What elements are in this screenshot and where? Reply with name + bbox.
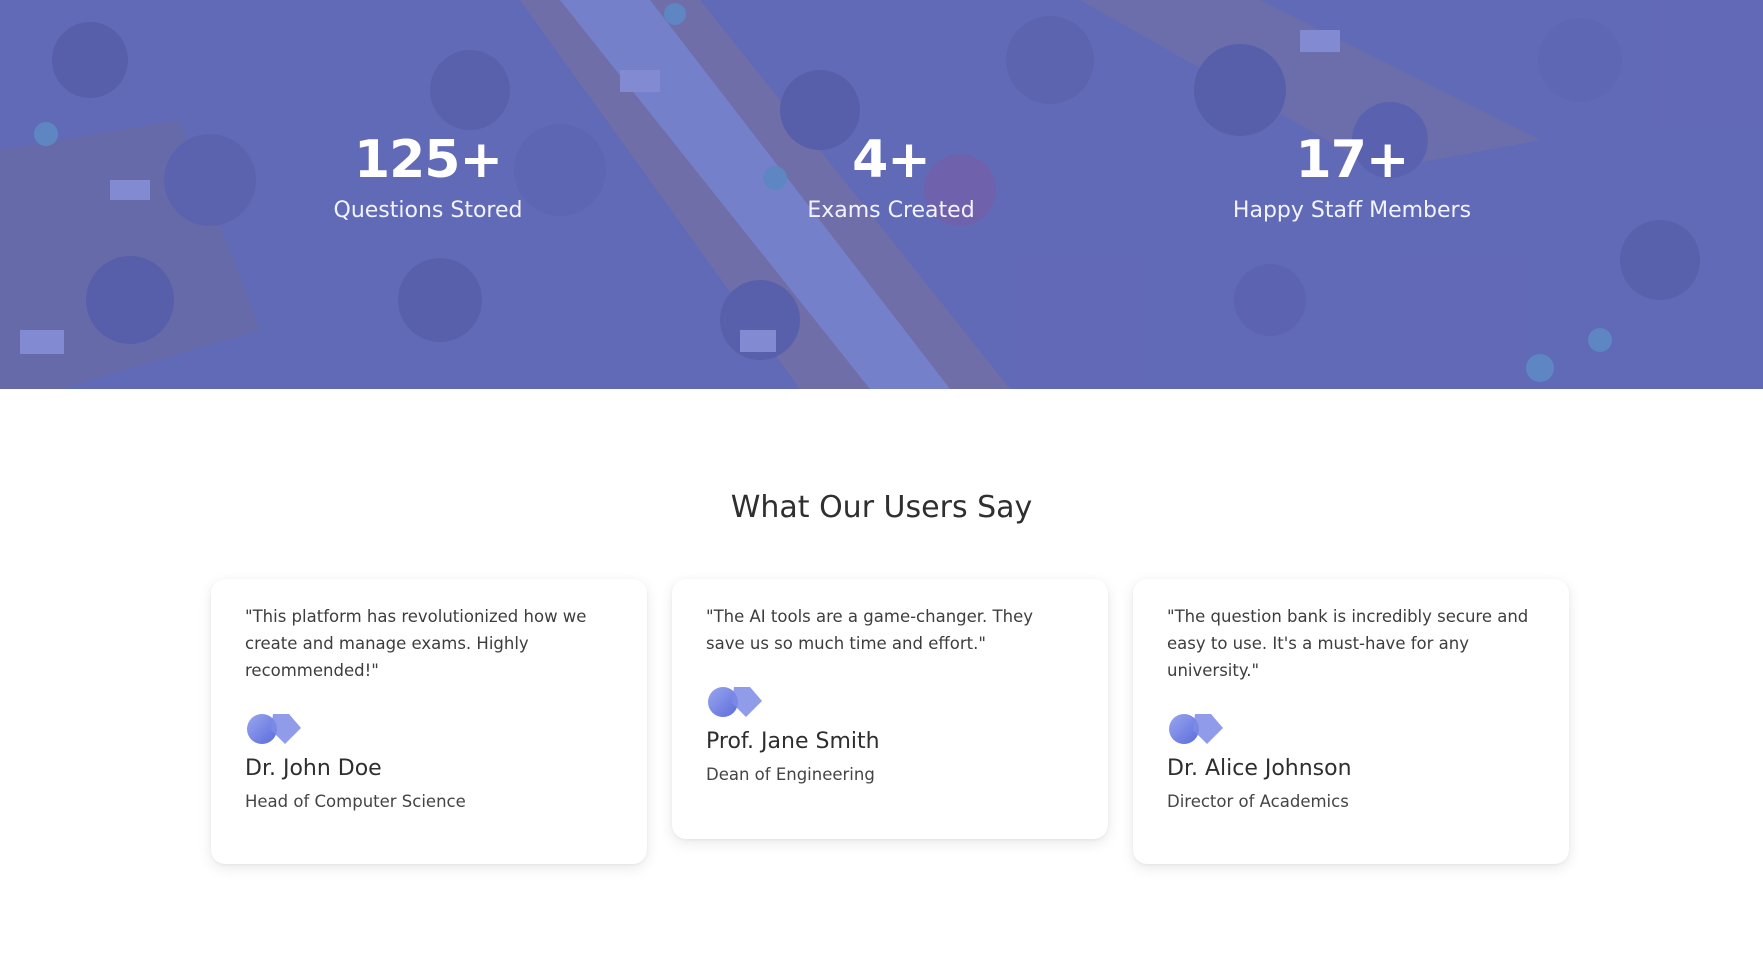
- testimonial-name: Prof. Jane Smith: [706, 729, 880, 754]
- stat-value: 17+: [1295, 130, 1410, 190]
- testimonial-name: Dr. John Doe: [245, 756, 382, 781]
- stats-section: 125+ Questions Stored 4+ Exams Created 1…: [0, 0, 1763, 389]
- stat-value: 125+: [353, 130, 503, 190]
- stat-exams-created: 4+ Exams Created: [681, 128, 1101, 226]
- testimonial-role: Head of Computer Science: [245, 792, 466, 811]
- testimonials-section: What Our Users Say "This platform has re…: [0, 389, 1763, 964]
- stat-value: 4+: [852, 130, 931, 190]
- stat-label: Exams Created: [807, 198, 975, 223]
- testimonial-quote: "This platform has revolutionized how we…: [245, 607, 587, 680]
- stat-label: Happy Staff Members: [1232, 198, 1472, 223]
- stat-label: Questions Stored: [333, 198, 523, 223]
- testimonial-quote: "The AI tools are a game-changer. They s…: [706, 607, 1033, 653]
- user-avatar-icon: [1169, 714, 1223, 744]
- section-title: What Our Users Say: [730, 490, 1033, 525]
- user-avatar-icon: [247, 714, 301, 744]
- testimonial-quote: "The question bank is incredibly secure …: [1167, 607, 1529, 680]
- testimonial-card: "The AI tools are a game-changer. They s…: [672, 579, 1108, 839]
- user-avatar-icon: [708, 687, 762, 717]
- testimonial-role: Director of Academics: [1167, 792, 1349, 811]
- testimonial-name: Dr. Alice Johnson: [1167, 756, 1352, 781]
- testimonial-card: "This platform has revolutionized how we…: [211, 579, 647, 864]
- stat-happy-staff-members: 17+ Happy Staff Members: [1142, 128, 1562, 226]
- stat-questions-stored: 125+ Questions Stored: [218, 128, 638, 226]
- testimonial-card: "The question bank is incredibly secure …: [1133, 579, 1569, 864]
- testimonial-role: Dean of Engineering: [706, 765, 875, 784]
